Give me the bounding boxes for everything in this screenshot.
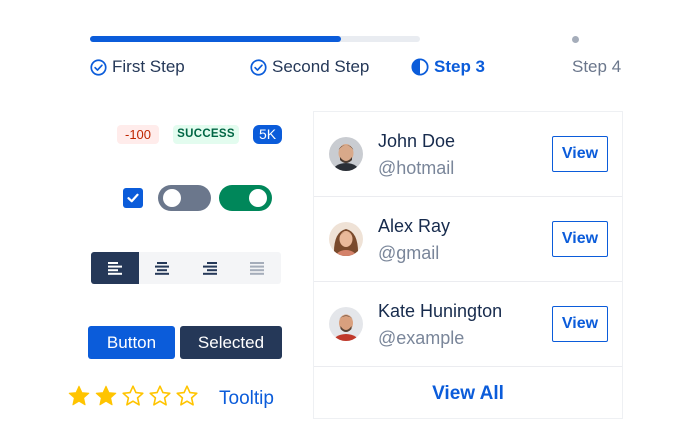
star-empty-icon[interactable] <box>175 384 199 408</box>
align-justify-icon <box>250 262 265 275</box>
step-second[interactable]: Second Step <box>250 56 369 78</box>
check-circle-icon <box>90 58 107 76</box>
toggle-on[interactable] <box>219 185 272 211</box>
selected-button[interactable]: Selected <box>180 326 282 359</box>
star-filled-icon[interactable] <box>94 384 118 408</box>
check-circle-icon <box>250 58 267 76</box>
user-handle: @hotmail <box>378 158 455 178</box>
avatar <box>329 307 363 341</box>
user-handle: @gmail <box>378 243 440 263</box>
primary-button[interactable]: Button <box>88 326 175 359</box>
view-all-link[interactable]: View All <box>314 369 622 419</box>
star-empty-icon[interactable] <box>148 384 172 408</box>
align-center-button[interactable] <box>139 252 187 284</box>
toggle-knob <box>249 189 267 207</box>
align-center-icon <box>155 262 170 275</box>
view-button[interactable]: View <box>552 221 608 257</box>
align-justify-button[interactable] <box>234 252 282 284</box>
toggle-knob <box>163 189 181 207</box>
step-current[interactable]: Step 3 <box>411 56 485 78</box>
user-row: John Doe @hotmail View <box>314 112 622 197</box>
user-name: Kate Hunington <box>378 301 503 321</box>
step-label: Second Step <box>272 57 370 76</box>
user-name: Alex Ray <box>378 216 451 236</box>
text-align-group <box>91 252 281 284</box>
star-rating[interactable] <box>67 384 199 408</box>
stepper-progress-track <box>90 36 420 42</box>
step-label: Step 3 <box>434 57 486 76</box>
avatar <box>329 137 363 171</box>
count-badge: 5K <box>253 125 282 144</box>
toggle-off[interactable] <box>158 185 211 211</box>
align-right-icon <box>202 262 217 275</box>
view-button[interactable]: View <box>552 136 608 172</box>
negative-badge: -100 <box>117 125 159 144</box>
user-handle: @example <box>378 328 465 348</box>
step-first[interactable]: First Step <box>90 56 185 78</box>
step-label: First Step <box>112 57 185 76</box>
avatar <box>329 222 363 256</box>
checkbox[interactable] <box>123 188 143 208</box>
align-left-icon <box>107 262 122 275</box>
star-empty-icon[interactable] <box>121 384 145 408</box>
step-pending[interactable]: Step 4 <box>572 56 621 78</box>
star-filled-icon[interactable] <box>67 384 91 408</box>
user-row: Alex Ray @gmail View <box>314 197 622 282</box>
stepper-progress-fill <box>90 36 341 42</box>
half-circle-icon <box>411 58 429 76</box>
step-4-dot-icon <box>572 36 579 43</box>
align-left-button[interactable] <box>91 252 139 284</box>
tooltip-link[interactable]: Tooltip <box>219 388 274 410</box>
user-list-card: John Doe @hotmail View Alex Ray @gmail V… <box>313 111 623 419</box>
view-button[interactable]: View <box>552 306 608 342</box>
success-badge: SUCCESS <box>173 125 239 144</box>
user-name: John Doe <box>378 131 456 151</box>
checkmark-icon <box>127 193 139 203</box>
align-right-button[interactable] <box>186 252 234 284</box>
step-label: Step 4 <box>572 57 622 76</box>
user-row: Kate Hunington @example View <box>314 282 622 367</box>
